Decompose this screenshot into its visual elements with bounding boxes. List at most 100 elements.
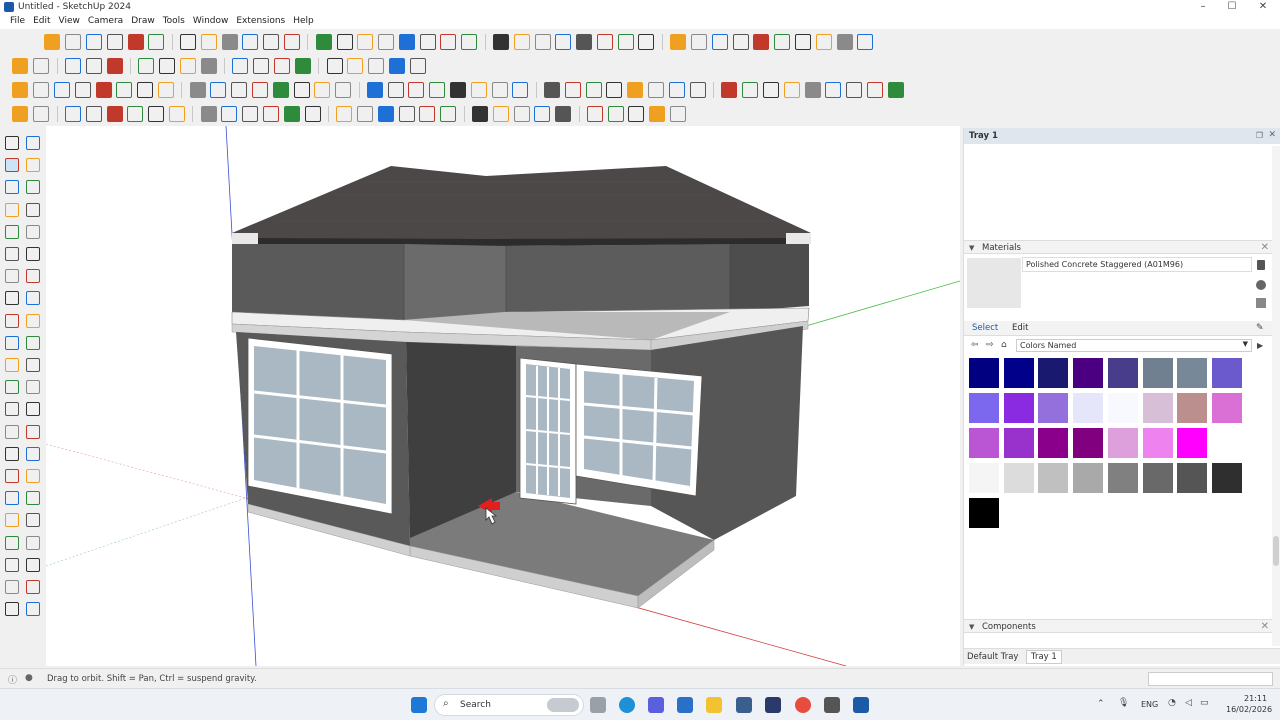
color-swatch[interactable] (969, 358, 999, 388)
chrome-icon[interactable] (795, 697, 811, 713)
tool-icon[interactable] (64, 58, 81, 74)
details-arrow-icon[interactable]: ▶ (1257, 341, 1263, 350)
create-material-icon[interactable] (1256, 280, 1266, 290)
tool-icon[interactable] (26, 358, 40, 372)
tool-icon[interactable] (5, 136, 19, 150)
tool-icon[interactable] (26, 224, 40, 239)
default-material-icon[interactable] (1256, 298, 1266, 308)
tool-icon[interactable] (491, 82, 508, 98)
tool-icon[interactable] (5, 269, 19, 284)
color-swatch[interactable] (969, 393, 999, 423)
tool-icon[interactable] (33, 58, 50, 74)
tool-icon[interactable] (116, 82, 133, 98)
tool-icon[interactable] (200, 106, 217, 122)
tool-icon[interactable] (26, 269, 40, 284)
color-swatch[interactable] (1142, 358, 1173, 388)
tool-icon[interactable] (368, 58, 385, 74)
tool-icon[interactable] (138, 58, 155, 74)
color-swatch[interactable] (1107, 358, 1138, 388)
language-indicator[interactable]: ENG (1141, 700, 1158, 709)
tool-icon[interactable] (638, 34, 655, 50)
copilot-icon[interactable] (648, 697, 664, 713)
color-swatch[interactable] (1003, 393, 1034, 423)
tool-icon[interactable] (221, 106, 238, 122)
tool-icon[interactable] (272, 82, 289, 98)
color-swatch[interactable] (1038, 358, 1069, 388)
tool-icon[interactable] (53, 82, 70, 98)
tool-icon[interactable] (26, 580, 40, 594)
tool-icon[interactable] (85, 106, 102, 122)
tool-icon[interactable] (12, 106, 29, 122)
store-icon[interactable] (677, 697, 693, 713)
tool-icon[interactable] (251, 82, 268, 98)
tool-icon[interactable] (5, 446, 19, 461)
tool-icon[interactable] (472, 106, 489, 122)
tool-icon[interactable] (200, 58, 217, 74)
tool-icon[interactable] (586, 106, 603, 122)
tool-icon[interactable] (26, 557, 40, 572)
tool-icon[interactable] (804, 82, 821, 98)
tool-icon[interactable] (26, 402, 40, 417)
color-swatch[interactable] (1211, 428, 1242, 458)
model-viewport[interactable] (46, 126, 960, 666)
tool-icon[interactable] (5, 180, 19, 195)
tool-icon[interactable] (44, 34, 61, 50)
components-close-icon[interactable]: ✕ (1261, 621, 1269, 632)
tool-icon[interactable] (398, 106, 415, 122)
status-info-icon[interactable]: ⓘ (8, 673, 17, 686)
color-swatch[interactable] (1073, 428, 1104, 458)
minimize-button[interactable]: – (1192, 1, 1214, 14)
tab-edit[interactable]: Edit (1012, 323, 1028, 333)
tool-icon[interactable] (815, 34, 832, 50)
tool-icon[interactable] (866, 82, 883, 98)
tool-icon[interactable] (26, 535, 40, 550)
tool-icon[interactable] (26, 513, 40, 528)
tab-tray-1[interactable]: Tray 1 (1026, 650, 1062, 664)
tool-icon[interactable] (314, 82, 331, 98)
tab-select[interactable]: Select (972, 323, 998, 333)
tool-icon[interactable] (670, 106, 687, 122)
menu-extensions[interactable]: Extensions (232, 15, 289, 29)
tool-icon[interactable] (544, 82, 561, 98)
tool-icon[interactable] (5, 535, 19, 550)
color-swatch[interactable] (1142, 428, 1173, 458)
task-view-icon[interactable] (590, 697, 606, 713)
menu-help[interactable]: Help (289, 15, 318, 29)
settings-gear-icon[interactable] (824, 697, 840, 713)
color-swatch[interactable] (1211, 358, 1242, 388)
tool-icon[interactable] (668, 82, 685, 98)
tool-icon[interactable] (283, 34, 300, 50)
tool-icon[interactable] (26, 602, 40, 617)
tool-icon[interactable] (5, 313, 19, 328)
status-geolocation-icon[interactable]: ● (25, 673, 33, 683)
color-swatch[interactable] (1073, 463, 1104, 493)
measurements-box[interactable] (1148, 672, 1273, 686)
tool-icon[interactable] (74, 82, 91, 98)
tool-icon[interactable] (262, 106, 279, 122)
tray-restore-icon[interactable]: ❐ (1256, 131, 1263, 140)
color-swatch[interactable] (1142, 393, 1173, 423)
tool-icon[interactable] (388, 58, 405, 74)
tool-icon[interactable] (419, 106, 436, 122)
tool-icon[interactable] (106, 34, 123, 50)
color-swatch[interactable] (1107, 393, 1138, 423)
tool-icon[interactable] (263, 34, 280, 50)
tool-icon[interactable] (628, 106, 645, 122)
tool-icon[interactable] (347, 58, 364, 74)
menu-view[interactable]: View (55, 15, 84, 29)
tool-icon[interactable] (440, 34, 457, 50)
tool-icon[interactable] (670, 34, 687, 50)
tool-icon[interactable] (429, 82, 446, 98)
tool-icon[interactable] (157, 82, 174, 98)
tool-icon[interactable] (5, 557, 19, 572)
tool-icon[interactable] (846, 82, 863, 98)
color-swatch[interactable] (1177, 428, 1208, 458)
tool-icon[interactable] (461, 34, 478, 50)
file-explorer-icon[interactable] (706, 697, 722, 713)
color-swatch[interactable] (1003, 358, 1034, 388)
tool-icon[interactable] (5, 491, 19, 506)
tool-icon[interactable] (825, 82, 842, 98)
clock-date[interactable]: 16/02/2026 (1226, 705, 1272, 714)
maximize-button[interactable]: ☐ (1221, 1, 1243, 14)
tool-icon[interactable] (606, 82, 623, 98)
